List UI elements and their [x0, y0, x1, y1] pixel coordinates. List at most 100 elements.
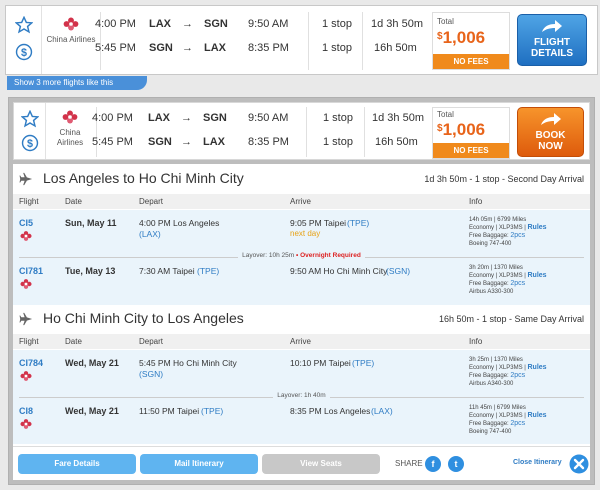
stops: 1 stop: [322, 42, 352, 54]
flight-details-button[interactable]: FLIGHT DETAILS: [517, 14, 587, 66]
depart-time-city: 7:30 AM Taipei: [139, 266, 195, 276]
duration: 1d 3h 50m: [372, 112, 424, 124]
fare-details-button[interactable]: Fare Details: [18, 454, 136, 474]
flight-date: Tue, May 13: [65, 266, 116, 276]
aircraft-type: Boeing 747-400: [469, 429, 512, 435]
stops: 1 stop: [323, 136, 353, 148]
layover-text: Layover: 10h 25m • Overnight Required: [238, 252, 365, 259]
flight-result-card-2: $ China Airlines 4:00 PM LAX → SGN 9:50 …: [13, 102, 590, 160]
mail-itinerary-button[interactable]: Mail Itinerary: [140, 454, 258, 474]
flight-segment: CI5 Sun, May 11 4:00 PM Los Angeles (LAX…: [13, 210, 590, 305]
price: $1,006: [437, 28, 485, 48]
flight-code[interactable]: CI784: [19, 358, 43, 368]
arrive-airport-code[interactable]: (TPE): [352, 358, 374, 368]
segment-duration-miles: 3h 20m | 1370 Miles: [469, 265, 523, 271]
depart-airport-code[interactable]: (TPE): [197, 266, 219, 276]
route-arrow: →: [181, 112, 192, 124]
price-box: Total $1,006 NO FEES: [432, 12, 510, 70]
depart-airport-code[interactable]: (SGN): [139, 369, 163, 379]
section-title: Los Angeles to Ho Chi Minh City: [43, 170, 244, 186]
price-amount: 1,006: [442, 120, 486, 139]
arrive-airport-code[interactable]: (SGN): [386, 266, 410, 276]
col-info: Info: [469, 337, 483, 346]
aircraft-type: Airbus A330-300: [469, 289, 514, 295]
baggage-label: Free Baggage:: [469, 281, 509, 287]
china-airlines-logo-icon: [20, 419, 32, 429]
rules-link[interactable]: Rules: [527, 412, 546, 419]
button-line-1: FLIGHT: [533, 37, 571, 48]
col-arrive: Arrive: [290, 337, 311, 346]
plane-icon: [19, 312, 33, 326]
button-line-2: NOW: [538, 141, 563, 152]
close-icon[interactable]: [569, 454, 589, 474]
facebook-icon[interactable]: f: [425, 456, 441, 472]
depart-airport-code[interactable]: (LAX): [139, 229, 161, 239]
expanded-result-panel: $ China Airlines 4:00 PM LAX → SGN 9:50 …: [8, 97, 595, 485]
flight-code[interactable]: CI781: [19, 266, 43, 276]
col-arrive: Arrive: [290, 197, 311, 206]
col-depart: Depart: [139, 197, 164, 206]
flight-code[interactable]: CI5: [19, 218, 33, 228]
origin-code: SGN: [149, 42, 173, 54]
col-flight: Flight: [19, 197, 39, 206]
route-arrow: →: [182, 18, 193, 30]
layover-divider: Layover: 10h 25m • Overnight Required: [13, 252, 590, 262]
duration: 16h 50m: [375, 136, 418, 148]
fare-class: Economy | XLP3MS |: [469, 413, 526, 419]
fare-class: Economy | XLP3MS |: [469, 273, 526, 279]
layover-divider: Layover: 1h 40m: [13, 392, 590, 402]
fare-class: Economy | XLP3MS |: [469, 365, 526, 371]
arrive-airport-code[interactable]: (LAX): [371, 406, 393, 416]
baggage-link[interactable]: 2pcs: [510, 372, 525, 379]
price: $1,006: [437, 120, 485, 140]
depart-airport-code[interactable]: (TPE): [201, 406, 223, 416]
baggage-link[interactable]: 2pcs: [510, 280, 525, 287]
depart-time: 4:00 PM: [95, 18, 136, 30]
depart-time-city: 5:45 PM Ho Chi Minh City: [139, 358, 237, 368]
view-seats-button[interactable]: View Seats: [262, 454, 380, 474]
col-depart: Depart: [139, 337, 164, 346]
rules-link[interactable]: Rules: [527, 272, 546, 279]
price-amount: 1,006: [442, 28, 486, 47]
section-title: Ho Chi Minh City to Los Angeles: [43, 310, 244, 326]
rules-link[interactable]: Rules: [527, 224, 546, 231]
arrive-time-city: 9:50 AM Ho Chi Minh City: [290, 266, 388, 276]
baggage-label: Free Baggage:: [469, 373, 509, 379]
close-itinerary-link[interactable]: Close Itinerary: [513, 459, 562, 466]
arrive-time: 8:35 PM: [248, 42, 289, 54]
layover-text: Layover: 1h 40m: [273, 392, 330, 399]
depart-time: 5:45 PM: [92, 136, 133, 148]
stops: 1 stop: [323, 112, 353, 124]
col-info: Info: [469, 197, 483, 206]
arrive-time-city: 9:05 PM Taipei: [290, 218, 347, 228]
overnight-warning: Overnight Required: [300, 252, 361, 259]
column-header: Flight Date Depart Arrive Info: [13, 194, 590, 209]
arrive-airport-code[interactable]: (TPE): [347, 218, 369, 228]
twitter-icon[interactable]: t: [448, 456, 464, 472]
page-root: { "airline_name": "China Airlines", "arr…: [0, 0, 600, 490]
plane-icon: [19, 172, 33, 186]
baggage-link[interactable]: 2pcs: [510, 232, 525, 239]
rules-link[interactable]: Rules: [527, 364, 546, 371]
outbound-section-header: Los Angeles to Ho Chi Minh City 1d 3h 50…: [13, 168, 590, 190]
origin-code: SGN: [148, 136, 172, 148]
divider: [308, 12, 309, 70]
show-more-flights-link[interactable]: Show 3 more flights like this: [7, 76, 147, 90]
arrive-time: 8:35 PM: [248, 136, 289, 148]
flight-code[interactable]: CI8: [19, 406, 33, 416]
fare-class: Economy | XLP3MS |: [469, 225, 526, 231]
segment-duration-miles: 14h 05m | 6799 Miles: [469, 217, 527, 223]
baggage-link[interactable]: 2pcs: [510, 420, 525, 427]
destination-code: SGN: [203, 112, 227, 124]
card-icon-column: $: [6, 6, 42, 74]
arrive-time: 9:50 AM: [248, 112, 289, 124]
no-fees-badge: NO FEES: [433, 143, 509, 158]
book-now-button[interactable]: BOOK NOW: [517, 107, 584, 157]
destination-code: SGN: [204, 18, 228, 30]
column-header: Flight Date Depart Arrive Info: [13, 334, 590, 349]
aircraft-type: Airbus A340-300: [469, 381, 514, 387]
segment-info: 3h 20m | 1370 Miles Economy | XLP3MS | R…: [469, 264, 547, 296]
segment-duration-miles: 11h 45m | 6799 Miles: [469, 405, 526, 411]
route-arrow: →: [182, 42, 193, 54]
baggage-label: Free Baggage:: [469, 421, 509, 427]
